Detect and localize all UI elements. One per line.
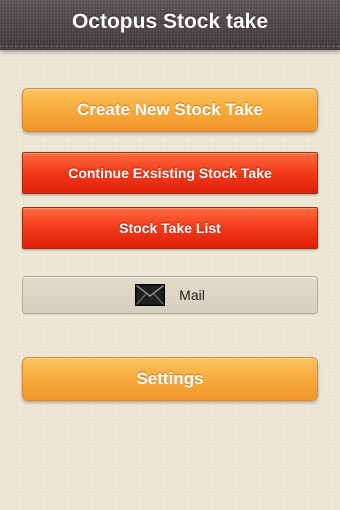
continue-stock-take-button[interactable]: Continue Exsisting Stock Take xyxy=(22,152,318,194)
settings-label: Settings xyxy=(136,369,204,388)
title-bar: Octopus Stock take xyxy=(0,0,340,50)
mail-label: Mail xyxy=(179,287,205,303)
create-new-stock-take-button[interactable]: Create New Stock Take xyxy=(22,88,318,132)
page-title: Octopus Stock take xyxy=(71,10,269,33)
stock-take-list-button[interactable]: Stock Take List xyxy=(22,207,318,249)
stock-take-list-label: Stock Take List xyxy=(119,220,221,236)
envelope-icon xyxy=(135,284,166,306)
continue-stock-take-label: Continue Exsisting Stock Take xyxy=(68,165,272,181)
mail-button[interactable]: Mail xyxy=(22,276,318,314)
settings-button[interactable]: Settings xyxy=(22,357,318,401)
create-new-stock-take-label: Create New Stock Take xyxy=(77,100,263,119)
